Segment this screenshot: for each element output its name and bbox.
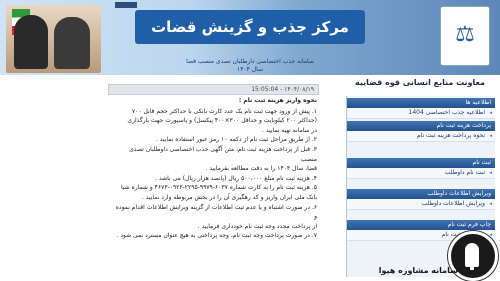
instruction-line: ۲. از طریق مراحل ثبت نام از دکمه ۱۰ رمز … xyxy=(155,136,317,144)
sidebar-section-print[interactable]: چاپ فرم ثبت نام xyxy=(347,220,495,230)
watermark: سامانه مشاوره هیوا xyxy=(378,231,500,281)
sidebar-item-edit-info[interactable]: ویرایش اطلاعات داوطلب xyxy=(347,199,495,210)
sidebar-section-payment[interactable]: پرداخت هزینه ثبت نام xyxy=(347,121,495,131)
instruction-line: ۷. در صورت پرداخت وجه ثبت نام، وجه پرداخ… xyxy=(116,232,318,240)
sidebar-item-register[interactable]: ثبت نام داوطلب xyxy=(347,168,495,179)
instruction-line: بانک ملی ایران واریز و کد رهگیری آن را د… xyxy=(141,193,317,201)
sidebar-section-edit[interactable]: ویرایش اطلاعات داوطلب xyxy=(347,189,495,199)
instruction-line: ۴. هزینه ثبت نام مبلغ ۵۰۰،۰۰۰ ریال (پانص… xyxy=(155,174,317,182)
instruction-line: ۵. هزینه ثبت نام را به کارت شماره ۶۰۳۷-۹… xyxy=(121,184,317,192)
instruction-line: ۱. پیش از ورود جهت ثبت نام یک عدد کارت ب… xyxy=(131,107,317,115)
instruction-line: در سامانه تهیه نمایید . xyxy=(262,126,317,134)
scales-emblem-icon: ⚖ xyxy=(440,6,490,66)
leaders-portrait-image xyxy=(6,5,101,73)
sidebar-section-announcements[interactable]: اطلاعیه ها xyxy=(347,98,495,108)
sidebar-item-announcement[interactable]: اطلاعیه جذب اختصاصی 1404 xyxy=(347,108,495,119)
site-title: مرکز جذب و گزینش قضات xyxy=(135,10,365,44)
site-subtitle: سامانه جذب اختصاصی دارطلبان تصدی منصب قض… xyxy=(186,58,314,73)
instruction-line: ۳. قبل از پرداخت هزینه ثبت نام، متن آگهی… xyxy=(129,145,317,163)
instruction-line: قضا، سال ۱۴۰۴ را به دقت مطالعه بفرمایید … xyxy=(205,165,317,173)
instruction-line: از پرداخت مجدد وجه ثبت نام خودداری فرمای… xyxy=(197,222,317,230)
instructions-heading: نحوه واریز هزینه ثبت نام : xyxy=(238,97,317,104)
org-title: معاونت منابع انسانی قوه قضاییه xyxy=(355,78,485,87)
watermark-text: سامانه مشاوره هیوا xyxy=(378,266,458,275)
payment-instructions: نحوه واریز هزینه ثبت نام : ۱. پیش از ورو… xyxy=(112,96,317,241)
sidebar-item-payment-method[interactable]: نحوه پرداخت هزینه ثبت نام xyxy=(347,131,495,142)
instruction-line: ۶. در صورت اشتباه و یا عدم ثبت اطلاعات ا… xyxy=(115,203,317,221)
date-time-bar: ۱۴۰۴/۰۸/۱۹ - 15:05:04 xyxy=(108,84,319,95)
instruction-line: (حداکثر ۲۰۰ کیلوبایت و حداقل ۳۰۰×۴۰۰ پیک… xyxy=(127,117,317,125)
sidebar-section-registration[interactable]: ثبت نام xyxy=(347,158,495,168)
